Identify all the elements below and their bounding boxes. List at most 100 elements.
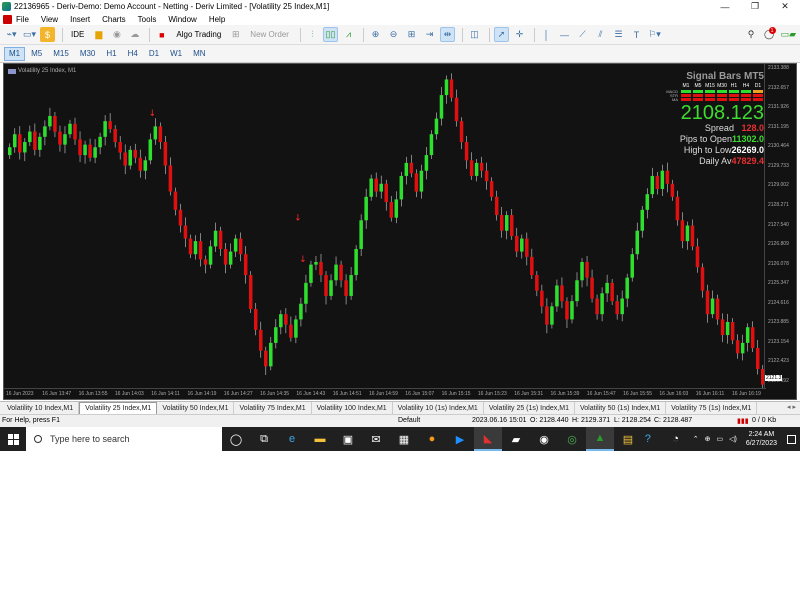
network-icon[interactable]: ⊕ [705,435,711,443]
minimize-button[interactable]: — [710,0,740,13]
metatrader-icon[interactable]: ◣ [474,427,502,451]
signals-icon[interactable]: ◉ [109,27,124,42]
profile-icon[interactable]: ◯ 1 [762,27,777,42]
candle-body [404,162,409,176]
candle [319,253,323,283]
crosshair-icon[interactable]: ✛ [512,27,527,42]
new-order-icon[interactable]: ⊞ [228,27,243,42]
candle-body [525,238,529,257]
shield-icon[interactable]: ◔ [662,427,690,451]
chevron-up-icon[interactable]: ⌃ [693,435,699,443]
timeframe-h1[interactable]: H1 [101,47,121,61]
chart-tab[interactable]: Volatility 50 (1s) Index,M1 [575,402,667,414]
chart-tabs-bar: Volatility 10 Index,M1 Volatility 25 Inde… [0,401,800,414]
price-axis[interactable]: 2133.388 2132.657 2131.926 2131.195 2130.464… [764,64,796,389]
menu-file[interactable]: File [16,15,29,24]
terminal-icon[interactable]: ▰ [502,427,530,451]
notifications-icon[interactable] [787,434,796,444]
store-icon[interactable]: ▣ [334,427,362,451]
cursor-icon[interactable]: ➚ [493,27,509,42]
profiles-icon[interactable]: ▭▾ [22,27,37,42]
menu-charts[interactable]: Charts [102,15,126,24]
obs-icon[interactable]: ◉ [530,427,558,451]
search-icon[interactable]: ⚲ [744,27,759,42]
candle [48,107,52,131]
volume-icon[interactable]: ◁) [729,435,737,443]
chart-tab[interactable]: Volatility 100 Index,M1 [312,402,393,414]
timeframe-w1[interactable]: W1 [165,47,187,61]
start-button[interactable] [0,427,26,451]
chart-tab[interactable]: Volatility 50 Index,M1 [157,402,235,414]
file-explorer-icon[interactable]: ▬ [306,427,334,451]
vertical-line-icon[interactable]: │ [539,27,554,42]
lock-icon[interactable]: ▆ [91,27,106,42]
chart-tab[interactable]: Volatility 75 (1s) Index,M1 [666,402,758,414]
close-button[interactable]: ✕ [770,0,800,13]
timeframe-m30[interactable]: M30 [75,47,101,61]
chart-shift-icon[interactable]: ⇹ [439,27,455,42]
mail-icon[interactable]: ✉ [362,427,390,451]
task-view-icon[interactable]: ⧉ [250,427,278,451]
new-order-button[interactable]: New Order [246,27,293,42]
edge-icon[interactable]: e [278,427,306,451]
restore-button[interactable]: ❐ [740,0,770,13]
tile-windows-icon[interactable]: ⊞ [404,27,419,42]
cortana-icon[interactable]: ◯ [222,427,250,451]
fibonacci-icon[interactable]: ☰ [611,27,626,42]
timeframe-h4[interactable]: H4 [123,47,143,61]
app-icon[interactable]: ▲ [586,427,614,451]
timeframe-mn[interactable]: MN [188,47,210,61]
candle-body [314,262,318,265]
vps-icon[interactable]: ☁ [127,27,142,42]
zoom-out-icon[interactable]: ⊖ [386,27,401,42]
battery-icon[interactable]: ▭ [717,435,724,443]
taskbar-search[interactable]: Type here to search [26,427,222,451]
battery-icon[interactable]: ▭▰ [780,27,797,42]
channel-icon[interactable]: ⫽ [593,27,608,42]
tab-scroll-arrows-icon[interactable]: ◂ ▸ [787,403,796,411]
help-icon[interactable]: ? [634,427,662,451]
line-chart-icon[interactable]: ⩘ [341,27,356,42]
media-icon[interactable]: ▶ [446,427,474,451]
ide-button[interactable]: IDE [67,27,88,42]
timeframe-m5[interactable]: M5 [26,47,47,61]
algo-trading-button[interactable]: Algo Trading [172,27,225,42]
taskbar-clock[interactable]: 2:24 AM 6/27/2023 [746,430,777,448]
menu-help[interactable]: Help [209,15,225,24]
time-axis[interactable]: 16 Jun 2023 16 Jun 13:47 16 Jun 13:55 16 Ju… [4,388,766,399]
menu-insert[interactable]: Insert [70,15,90,24]
chart-tab[interactable]: Volatility 10 (1s) Index,M1 [393,402,484,414]
candle [720,313,725,343]
candle-body [745,327,750,343]
timeframe-d1[interactable]: D1 [144,47,164,61]
autoscroll-icon[interactable]: ⇥ [422,27,437,42]
candlestick-chart-icon[interactable]: ▯▯ [322,27,338,42]
signal-timeframe-label: H4 [742,83,750,89]
horizontal-line-icon[interactable]: ― [557,27,572,42]
chrome-icon[interactable]: ◎ [558,427,586,451]
timeframe-m1[interactable]: M1 [4,46,26,61]
chart-tab[interactable]: Volatility 75 Index,M1 [234,402,312,414]
algo-trading-icon[interactable]: ■ [154,27,169,42]
market-watch-icon[interactable]: $ [40,27,56,42]
candle-body [108,121,112,129]
new-chart-icon[interactable]: ⌁▾ [4,27,19,42]
candle-body [103,121,107,137]
screenshot-icon[interactable]: ◫ [467,27,482,42]
chart-tab[interactable]: Volatility 25 Index,M1 [79,402,158,414]
chart-area[interactable]: ↓ ↓ ↓ Volatility 25 Index, M1 Signal Bars … [3,63,797,400]
candle [218,226,223,257]
text-icon[interactable]: T [629,27,644,42]
timeframe-m15[interactable]: M15 [48,47,74,61]
menu-view[interactable]: View [41,15,58,24]
app-icon[interactable]: ● [418,427,446,451]
chart-tab[interactable]: Volatility 10 Index,M1 [2,402,80,414]
trendline-icon[interactable]: ⟋ [575,27,590,42]
chart-tab[interactable]: Volatility 25 (1s) Index,M1 [484,402,575,414]
shapes-icon[interactable]: ⚐▾ [647,27,662,42]
menu-tools[interactable]: Tools [138,15,157,24]
bar-chart-icon[interactable]: ⫶ [305,27,320,42]
zoom-in-icon[interactable]: ⊕ [368,27,383,42]
menu-window[interactable]: Window [168,15,196,24]
calculator-icon[interactable]: ▦ [390,427,418,451]
